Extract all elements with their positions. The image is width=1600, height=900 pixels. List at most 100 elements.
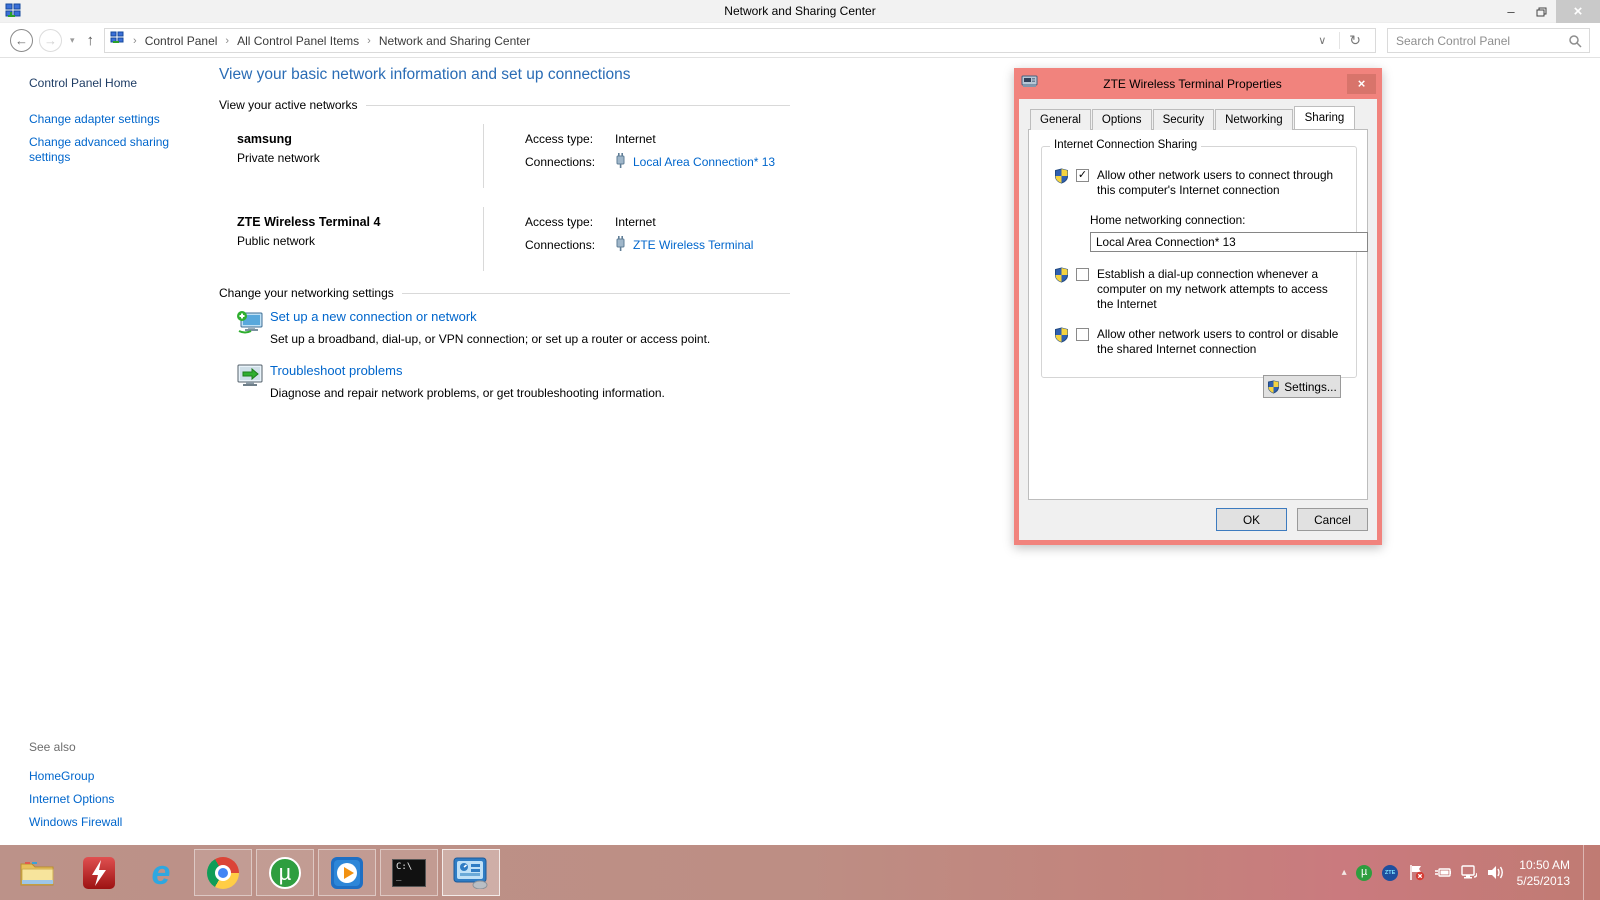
see-also-label: See also bbox=[29, 740, 122, 754]
access-type-value: Internet bbox=[615, 215, 656, 229]
taskbar-control-panel[interactable] bbox=[442, 849, 500, 896]
action-center-flag-icon[interactable] bbox=[1408, 864, 1425, 881]
main-pane: View your basic network information and … bbox=[219, 58, 1600, 845]
control-shared-label: Allow other network users to control or … bbox=[1097, 327, 1344, 357]
show-desktop-button[interactable] bbox=[1583, 845, 1590, 900]
refresh-icon[interactable]: ↻ bbox=[1339, 32, 1370, 49]
tab-general[interactable]: General bbox=[1030, 109, 1091, 130]
ie-icon: e bbox=[152, 858, 171, 888]
network-kind: Public network bbox=[237, 234, 483, 248]
group-label: Internet Connection Sharing bbox=[1050, 139, 1201, 151]
dialup-checkbox[interactable] bbox=[1076, 268, 1089, 281]
navigation-toolbar: ← → ▾ ↑ › Control Panel › All Control Pa… bbox=[0, 24, 1600, 58]
sidebar-change-adapter-settings[interactable]: Change adapter settings bbox=[29, 112, 160, 126]
connection-link-lac13[interactable]: Local Area Connection* 13 bbox=[633, 155, 775, 169]
connections-label: Connections: bbox=[525, 238, 615, 252]
minimize-button[interactable]: – bbox=[1496, 0, 1526, 23]
tab-security[interactable]: Security bbox=[1153, 109, 1215, 130]
dialog-tabs: General Options Security Networking Shar… bbox=[1028, 108, 1368, 129]
allow-connect-checkbox[interactable]: ✓ bbox=[1076, 169, 1089, 182]
utorrent-tray-icon[interactable]: µ bbox=[1356, 864, 1373, 881]
close-button[interactable]: × bbox=[1556, 0, 1600, 23]
window-titlebar: Network and Sharing Center – × bbox=[0, 0, 1600, 23]
zte-properties-dialog: ZTE Wireless Terminal Properties × Gener… bbox=[1014, 68, 1382, 545]
home-networking-label: Home networking connection: bbox=[1090, 213, 1344, 227]
breadcrumb-current[interactable]: Network and Sharing Center bbox=[379, 34, 530, 48]
taskbar-file-explorer[interactable] bbox=[8, 849, 66, 896]
address-bar[interactable]: › Control Panel › All Control Panel Item… bbox=[104, 28, 1376, 53]
back-button[interactable]: ← bbox=[10, 29, 33, 52]
taskbar-internet-explorer[interactable]: e bbox=[132, 849, 190, 896]
setup-connection-desc: Set up a broadband, dial-up, or VPN conn… bbox=[270, 332, 797, 346]
address-site-icon bbox=[110, 31, 125, 50]
see-also-internet-options[interactable]: Internet Options bbox=[29, 792, 122, 807]
search-box[interactable] bbox=[1387, 28, 1590, 53]
connections-label: Connections: bbox=[525, 155, 615, 169]
chrome-icon bbox=[207, 857, 239, 889]
network-row-samsung: samsung Private network Access type: Int… bbox=[219, 124, 790, 188]
clock-time: 10:50 AM bbox=[1517, 857, 1570, 873]
media-player-icon bbox=[330, 856, 364, 890]
home-networking-connection-select[interactable]: Local Area Connection* 13 bbox=[1090, 232, 1368, 252]
ethernet-plug-icon bbox=[615, 153, 626, 171]
sidebar-control-panel-home[interactable]: Control Panel Home bbox=[29, 76, 137, 90]
taskbar-utorrent[interactable]: µ bbox=[256, 849, 314, 896]
restore-button[interactable] bbox=[1526, 0, 1556, 23]
control-shared-checkbox[interactable] bbox=[1076, 328, 1089, 341]
volume-icon[interactable] bbox=[1486, 864, 1503, 881]
networking-settings-section-label: Change your networking settings bbox=[219, 286, 790, 300]
tab-sharing[interactable]: Sharing bbox=[1294, 106, 1356, 129]
task-setup-connection: Set up a new connection or network Set u… bbox=[237, 308, 797, 346]
network-row-zte: ZTE Wireless Terminal 4 Public network A… bbox=[219, 207, 790, 271]
breadcrumb-control-panel[interactable]: Control Panel bbox=[145, 34, 218, 48]
system-tray: ▴ µ ZTE 10:50 AM 5/25/2013 bbox=[1342, 845, 1590, 900]
ok-button[interactable]: OK bbox=[1216, 508, 1287, 531]
breadcrumb-separator: › bbox=[130, 35, 140, 47]
forward-button: → bbox=[39, 29, 62, 52]
ethernet-plug-icon bbox=[615, 236, 626, 254]
utorrent-icon: µ bbox=[269, 857, 301, 889]
zte-modem-tray-icon[interactable]: ZTE bbox=[1382, 864, 1399, 881]
uac-shield-icon bbox=[1054, 327, 1070, 343]
uac-shield-icon bbox=[1267, 380, 1280, 394]
power-battery-icon[interactable] bbox=[1434, 864, 1451, 881]
cancel-button[interactable]: Cancel bbox=[1297, 508, 1368, 531]
access-type-label: Access type: bbox=[525, 132, 615, 146]
network-name: ZTE Wireless Terminal 4 bbox=[237, 215, 483, 229]
sidebar-change-advanced-sharing[interactable]: Change advanced sharing settings bbox=[29, 135, 189, 165]
recent-pages-caret[interactable]: ▾ bbox=[68, 35, 77, 46]
page-title: View your basic network information and … bbox=[219, 66, 631, 84]
network-tray-icon[interactable] bbox=[1460, 864, 1477, 881]
taskbar-clock[interactable]: 10:50 AM 5/25/2013 bbox=[1517, 857, 1570, 889]
taskbar-flash-downloader[interactable] bbox=[70, 849, 128, 896]
uac-shield-icon bbox=[1054, 267, 1070, 283]
search-input[interactable] bbox=[1388, 29, 1589, 52]
taskbar-media-player[interactable] bbox=[318, 849, 376, 896]
up-button[interactable]: ↑ bbox=[83, 32, 99, 49]
access-type-value: Internet bbox=[615, 132, 656, 146]
settings-button[interactable]: Settings... bbox=[1263, 375, 1341, 398]
checkbox-row-control-shared: Allow other network users to control or … bbox=[1054, 327, 1344, 357]
see-also-section: See also HomeGroup Internet Options Wind… bbox=[29, 740, 122, 838]
connection-link-zte[interactable]: ZTE Wireless Terminal bbox=[633, 238, 753, 252]
breadcrumb-separator: › bbox=[222, 35, 232, 47]
dialup-label: Establish a dial-up connection whenever … bbox=[1097, 267, 1344, 312]
tab-networking[interactable]: Networking bbox=[1215, 109, 1293, 130]
show-hidden-icons[interactable]: ▴ bbox=[1342, 867, 1347, 878]
tab-options[interactable]: Options bbox=[1092, 109, 1152, 130]
troubleshoot-link[interactable]: Troubleshoot problems bbox=[270, 363, 402, 378]
taskbar-command-prompt[interactable]: C:\ _ bbox=[380, 849, 438, 896]
breadcrumb-all-items[interactable]: All Control Panel Items bbox=[237, 34, 359, 48]
setup-connection-link[interactable]: Set up a new connection or network bbox=[270, 309, 477, 324]
uac-shield-icon bbox=[1054, 168, 1070, 184]
address-dropdown-chevron[interactable]: ∨ bbox=[1310, 34, 1334, 47]
search-icon bbox=[1568, 34, 1582, 53]
see-also-homegroup[interactable]: HomeGroup bbox=[29, 769, 122, 784]
taskbar-chrome[interactable] bbox=[194, 849, 252, 896]
troubleshoot-desc: Diagnose and repair network problems, or… bbox=[270, 386, 797, 400]
network-kind: Private network bbox=[237, 151, 483, 165]
see-also-windows-firewall[interactable]: Windows Firewall bbox=[29, 815, 122, 830]
dialog-close-button[interactable]: × bbox=[1347, 74, 1376, 94]
checkbox-row-allow-connect: ✓ Allow other network users to connect t… bbox=[1054, 168, 1344, 198]
modem-icon bbox=[1021, 74, 1038, 93]
